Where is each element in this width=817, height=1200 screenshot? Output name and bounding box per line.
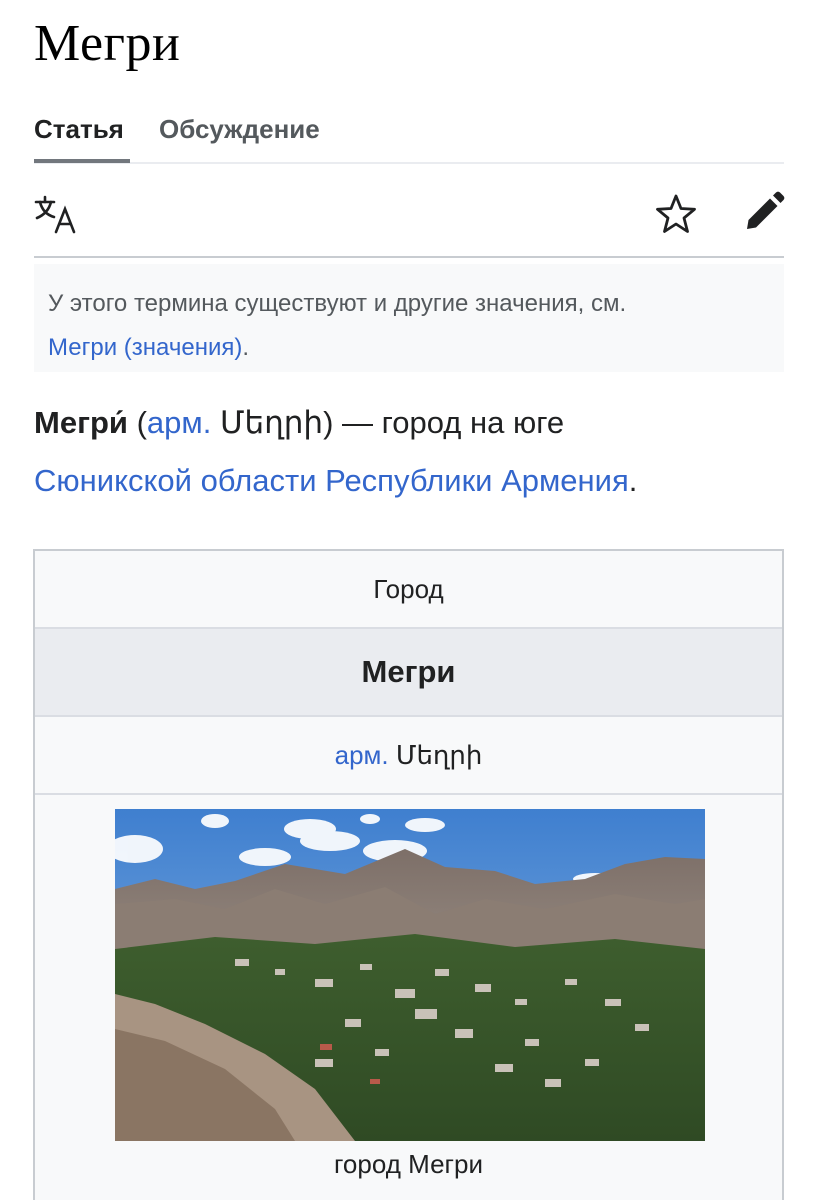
hatnote-text: У этого термина существуют и другие знач… <box>48 290 627 317</box>
hatnote-suffix: . <box>242 334 250 361</box>
city-photo[interactable] <box>115 809 705 1141</box>
active-tab-indicator <box>34 159 130 163</box>
region-link[interactable]: Сюникской области Республики Армения <box>34 463 629 498</box>
infobox-native-name: Մեղրի <box>388 740 483 770</box>
infobox-type: Город <box>35 551 782 629</box>
infobox-title: Мегри <box>35 629 782 717</box>
infobox-language-link[interactable]: арм. <box>335 740 389 770</box>
page-tabs: Статья Обсуждение <box>34 108 784 164</box>
disambiguation-hatnote: У этого термина существуют и другие знач… <box>34 264 784 372</box>
lead-paragraph: Мегри́ (арм. Մեղրի) — город на юге Сюник… <box>34 394 794 510</box>
infobox: Город Мегри арм. Մեղրի город Мегри <box>33 549 784 1200</box>
tab-article[interactable]: Статья <box>34 114 124 145</box>
tab-talk[interactable]: Обсуждение <box>159 114 320 145</box>
page-actions-toolbar <box>34 176 786 258</box>
disambiguation-link[interactable]: Мегри (значения) <box>48 334 242 361</box>
infobox-native-name-row: арм. Մեղրի <box>35 717 782 795</box>
lead-description: ) — город на юге <box>323 405 565 440</box>
page-title: Мегри <box>34 15 181 72</box>
image-caption: город Мегри <box>334 1149 483 1179</box>
lead-end: . <box>628 463 638 498</box>
lead-title: Мегри́ <box>34 405 128 440</box>
edit-pencil-icon[interactable] <box>742 190 786 239</box>
armenian-language-link[interactable]: арм. <box>147 405 211 440</box>
lead-paren-open: ( <box>127 405 147 440</box>
language-icon[interactable] <box>34 192 78 241</box>
star-icon[interactable] <box>654 192 698 241</box>
lead-native-name: Մեղրի <box>211 405 324 440</box>
